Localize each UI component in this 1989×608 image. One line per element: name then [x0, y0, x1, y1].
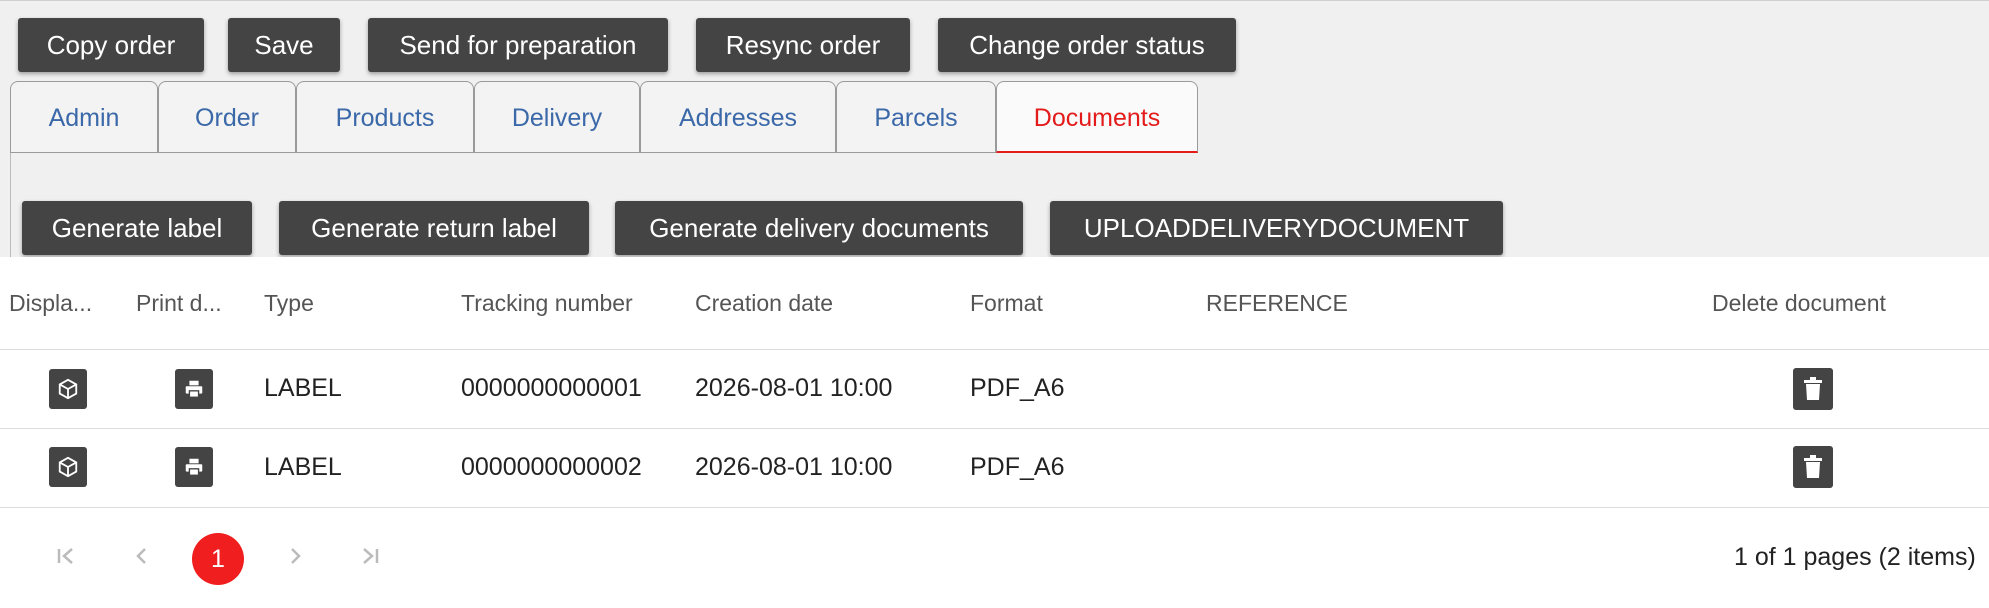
resync-order-button[interactable]: Resync order	[696, 18, 910, 72]
chevron-left-icon[interactable]	[130, 539, 154, 579]
copy-order-button[interactable]: Copy order	[18, 18, 204, 72]
delete-document-button[interactable]	[1793, 368, 1833, 410]
column-header-creation-date[interactable]: Creation date	[695, 257, 915, 349]
tab-strip: Admin Order Products Delivery Addresses …	[10, 81, 1200, 153]
column-header-tracking-number[interactable]: Tracking number	[461, 257, 681, 349]
chevron-right-icon[interactable]	[283, 539, 307, 579]
upload-delivery-document-button[interactable]: UPLOADDELIVERYDOCUMENT	[1050, 201, 1503, 255]
printer-icon	[185, 458, 203, 476]
cell-tracking-number: 0000000000002	[461, 453, 642, 481]
cell-creation-date: 2026-08-01 10:00	[695, 374, 893, 402]
tab-parcels[interactable]: Parcels	[836, 81, 996, 153]
tab-delivery[interactable]: Delivery	[474, 81, 640, 153]
documents-grid: Displa... Print d... Type Tracking numbe…	[0, 257, 1989, 608]
cell-format: PDF_A6	[970, 453, 1065, 481]
column-header-print[interactable]: Print d...	[136, 257, 228, 349]
tab-products[interactable]: Products	[296, 81, 474, 153]
row-divider	[0, 507, 1989, 508]
column-header-type[interactable]: Type	[264, 257, 414, 349]
generate-return-label-button[interactable]: Generate return label	[279, 201, 589, 255]
cell-type: LABEL	[264, 374, 342, 402]
package-icon	[58, 456, 78, 478]
generate-delivery-documents-button[interactable]: Generate delivery documents	[615, 201, 1023, 255]
current-page-badge[interactable]: 1	[192, 533, 244, 585]
cell-tracking-number: 0000000000001	[461, 374, 642, 402]
last-page-icon[interactable]	[358, 539, 382, 579]
pager-info: 1 of 1 pages (2 items)	[1734, 543, 1976, 571]
trash-icon	[1804, 377, 1822, 400]
tab-admin[interactable]: Admin	[10, 81, 158, 153]
trash-icon	[1804, 455, 1822, 478]
column-header-display[interactable]: Displa...	[9, 257, 99, 349]
tab-addresses[interactable]: Addresses	[640, 81, 836, 153]
print-document-button[interactable]	[175, 369, 213, 409]
print-document-button[interactable]	[175, 447, 213, 487]
column-header-delete-document[interactable]: Delete document	[1712, 257, 1932, 349]
cell-format: PDF_A6	[970, 374, 1065, 402]
tab-order[interactable]: Order	[158, 81, 296, 153]
change-order-status-button[interactable]: Change order status	[938, 18, 1236, 72]
generate-label-button[interactable]: Generate label	[22, 201, 252, 255]
printer-icon	[185, 380, 203, 398]
package-icon	[58, 378, 78, 400]
cell-type: LABEL	[264, 453, 342, 481]
cell-creation-date: 2026-08-01 10:00	[695, 453, 893, 481]
column-header-reference[interactable]: REFERENCE	[1206, 257, 1406, 349]
tab-panel-border	[10, 153, 11, 257]
send-for-preparation-button[interactable]: Send for preparation	[368, 18, 668, 72]
display-document-button[interactable]	[49, 447, 87, 487]
display-document-button[interactable]	[49, 369, 87, 409]
first-page-icon[interactable]	[54, 539, 78, 579]
delete-document-button[interactable]	[1793, 446, 1833, 488]
column-header-format[interactable]: Format	[970, 257, 1120, 349]
tab-documents[interactable]: Documents	[996, 81, 1198, 153]
save-button[interactable]: Save	[228, 18, 340, 72]
